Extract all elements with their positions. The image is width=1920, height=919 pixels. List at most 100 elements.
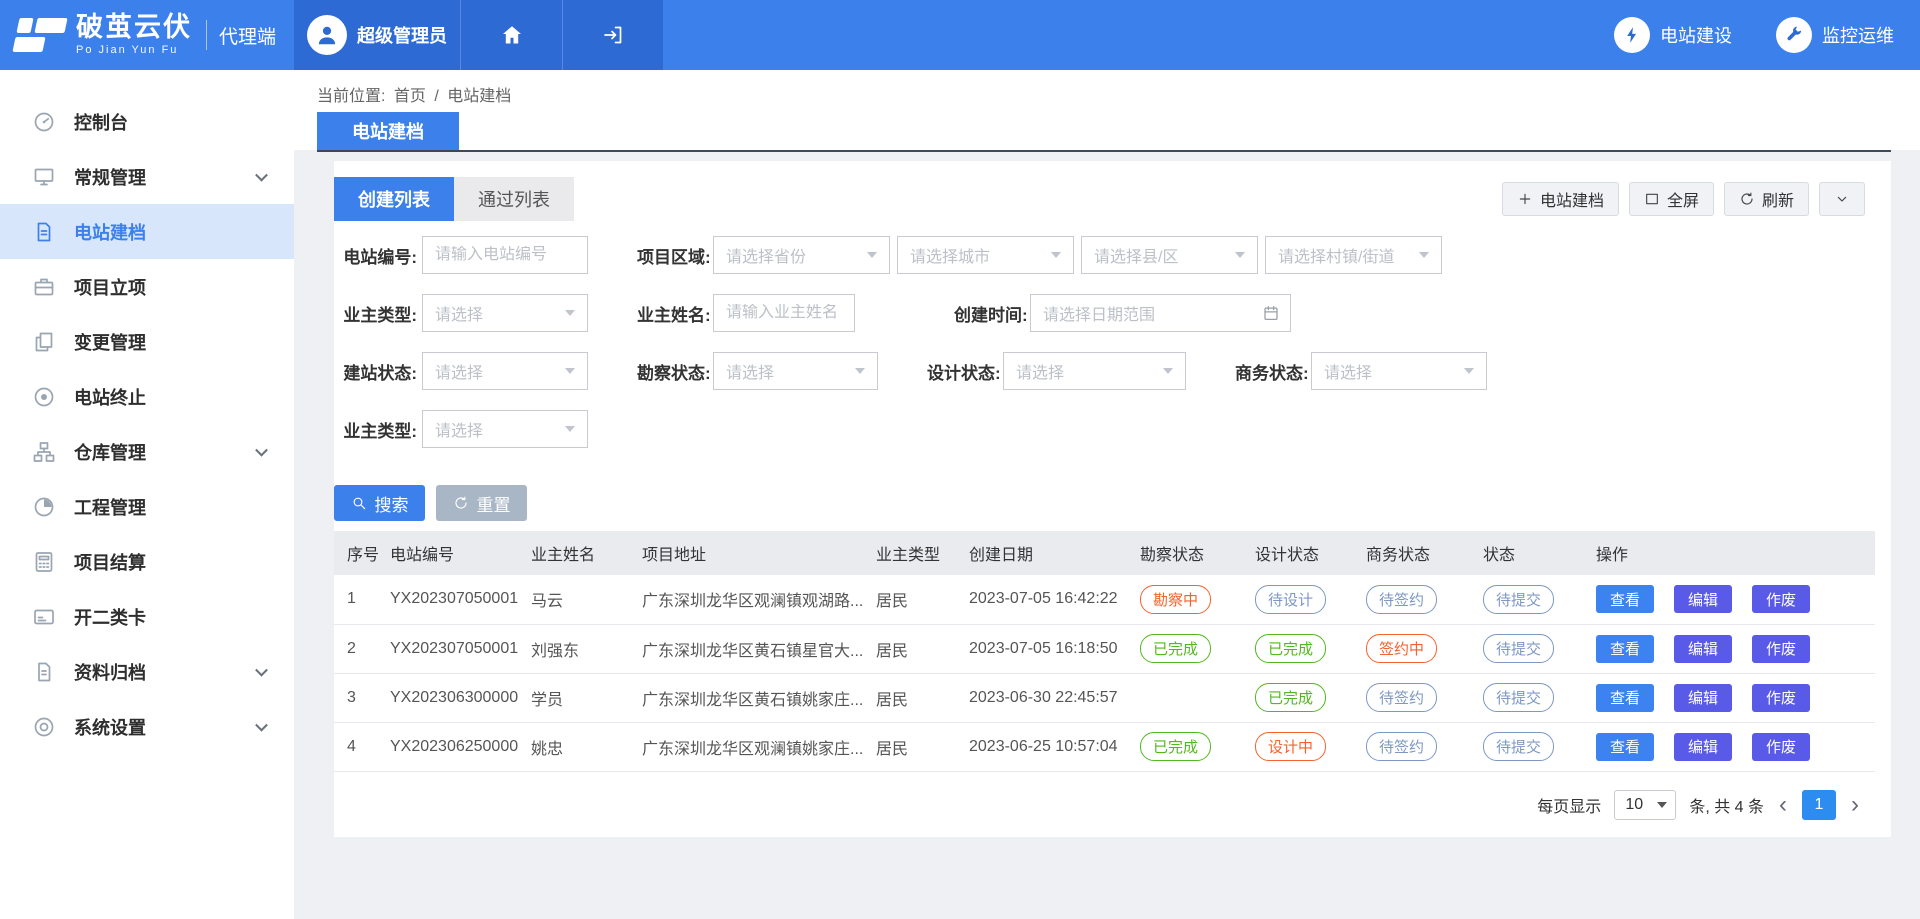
tab-create-list[interactable]: 创建列表 — [334, 177, 454, 221]
status-badge: 已完成 — [1140, 732, 1211, 761]
filter-group: 商务状态:请选择 — [1235, 352, 1487, 390]
user-menu[interactable]: 超级管理员 — [294, 0, 460, 70]
page-tab[interactable]: 电站建档 — [317, 112, 459, 150]
edit-button[interactable]: 编辑 — [1674, 733, 1732, 761]
sidebar-item-7[interactable]: 工程管理 — [0, 479, 294, 534]
home-icon — [500, 23, 524, 47]
sidebar-item-label: 系统设置 — [74, 714, 146, 740]
select-dropdown[interactable]: 请选择 — [422, 352, 588, 390]
sidebar-item-9[interactable]: 开二类卡 — [0, 589, 294, 644]
new-station-button[interactable]: 电站建档 — [1502, 182, 1619, 216]
input-field[interactable] — [726, 304, 842, 322]
dashboard-icon — [32, 110, 56, 134]
date-range-input[interactable]: 请选择日期范围 — [1030, 294, 1291, 332]
sidebar-item-3[interactable]: 项目立项 — [0, 259, 294, 314]
user-name: 超级管理员 — [357, 22, 447, 48]
status-badge: 待提交 — [1483, 732, 1554, 761]
view-button[interactable]: 查看 — [1596, 635, 1654, 663]
sidebar-item-6[interactable]: 仓库管理 — [0, 424, 294, 479]
logout-button[interactable] — [562, 0, 663, 70]
select-dropdown[interactable]: 请选择村镇/街道 — [1265, 236, 1442, 274]
select-dropdown[interactable]: 请选择 — [1311, 352, 1487, 390]
prev-page-icon[interactable]: ‹ — [1777, 793, 1789, 817]
void-button[interactable]: 作废 — [1752, 635, 1810, 663]
placeholder-text: 请选择省份 — [726, 243, 806, 267]
cell-actions: 查看编辑作废 — [1583, 575, 1875, 624]
home-button[interactable] — [460, 0, 562, 70]
view-button[interactable]: 查看 — [1596, 684, 1654, 712]
status-badge: 待提交 — [1483, 585, 1554, 614]
sidebar-item-10[interactable]: 资料归档 — [0, 644, 294, 699]
cell-address: 广东深圳龙华区黄石镇星官大... — [629, 624, 863, 673]
view-button[interactable]: 查看 — [1596, 733, 1654, 761]
filter-label: 业主姓名: — [637, 301, 711, 326]
nav-item-station-construction[interactable]: 电站建设 — [1614, 17, 1732, 53]
caret-down-icon — [1051, 252, 1061, 258]
cell-survey-status — [1127, 673, 1242, 722]
cell-station-no: YX2023062500004 — [377, 722, 518, 771]
select-dropdown[interactable]: 请选择省份 — [713, 236, 890, 274]
breadcrumb-home[interactable]: 首页 — [394, 88, 426, 105]
refresh-button[interactable]: 刷新 — [1724, 182, 1809, 216]
divider — [206, 20, 207, 50]
collapse-button[interactable] — [1819, 182, 1865, 216]
select-dropdown[interactable]: 请选择 — [422, 294, 588, 332]
settings-icon — [32, 715, 56, 739]
caret-down-icon — [1163, 368, 1173, 374]
page-number[interactable]: 1 — [1802, 790, 1836, 820]
status-badge: 已完成 — [1255, 634, 1326, 663]
cell-seq: 3 — [334, 673, 377, 722]
void-button[interactable]: 作废 — [1752, 733, 1810, 761]
filter-label: 项目区域: — [637, 243, 711, 268]
filter-group: 业主类型:请选择 — [334, 410, 588, 448]
select-dropdown[interactable]: 请选择 — [1003, 352, 1186, 390]
select-dropdown[interactable]: 请选择县/区 — [1081, 236, 1258, 274]
fullscreen-button[interactable]: 全屏 — [1629, 182, 1714, 216]
sidebar-item-2[interactable]: 电站建档 — [0, 204, 294, 259]
select-dropdown[interactable]: 请选择 — [713, 352, 878, 390]
caret-down-icon — [565, 368, 575, 374]
select-dropdown[interactable]: 请选择 — [422, 410, 588, 448]
logout-icon — [601, 23, 625, 47]
cell-status: 待提交 — [1470, 624, 1583, 673]
filter-label: 业主类型: — [334, 301, 420, 326]
column-header: 勘察状态 — [1127, 531, 1242, 575]
text-input[interactable] — [422, 236, 588, 274]
void-button[interactable]: 作废 — [1752, 684, 1810, 712]
app-logo[interactable]: 破茧云伏 Po Jian Yun Fu 代理端 — [0, 0, 294, 70]
cell-created-date: 2023-07-05 16:42:22 — [956, 575, 1127, 624]
card-toolbar: 电站建档全屏刷新 — [1502, 182, 1865, 216]
cell-design-status: 已完成 — [1242, 624, 1353, 673]
sidebar-item-8[interactable]: 项目结算 — [0, 534, 294, 589]
void-button[interactable]: 作废 — [1752, 585, 1810, 613]
search-button[interactable]: 搜索 — [334, 485, 425, 521]
sidebar-item-11[interactable]: 系统设置 — [0, 699, 294, 754]
select-dropdown[interactable]: 请选择城市 — [897, 236, 1074, 274]
next-page-icon[interactable]: › — [1849, 793, 1861, 817]
per-page-select[interactable]: 10 — [1614, 790, 1676, 820]
station-table: 序号电站编号业主姓名项目地址业主类型创建日期勘察状态设计状态商务状态状态操作 1… — [334, 531, 1875, 772]
caret-down-icon — [565, 310, 575, 316]
edit-button[interactable]: 编辑 — [1674, 635, 1732, 663]
input-field[interactable] — [435, 246, 575, 264]
caret-down-icon — [1235, 252, 1245, 258]
tab-passed-list[interactable]: 通过列表 — [454, 177, 574, 221]
tab-underline — [317, 150, 1891, 152]
document-icon — [32, 220, 56, 244]
sidebar-item-5[interactable]: 电站终止 — [0, 369, 294, 424]
header-user-band: 超级管理员 — [294, 0, 663, 70]
sidebar-item-4[interactable]: 变更管理 — [0, 314, 294, 369]
nav-item-monitoring-ops[interactable]: 监控运维 — [1776, 17, 1894, 53]
edit-button[interactable]: 编辑 — [1674, 585, 1732, 613]
reset-button[interactable]: 重置 — [436, 485, 527, 521]
edit-button[interactable]: 编辑 — [1674, 684, 1732, 712]
view-button[interactable]: 查看 — [1596, 585, 1654, 613]
sidebar-item-1[interactable]: 常规管理 — [0, 149, 294, 204]
text-input[interactable] — [713, 294, 855, 332]
sidebar-item-label: 资料归档 — [74, 659, 146, 685]
cell-design-status: 待设计 — [1242, 575, 1353, 624]
sidebar-item-0[interactable]: 控制台 — [0, 94, 294, 149]
cell-seq: 1 — [334, 575, 377, 624]
sidebar-item-label: 常规管理 — [74, 164, 146, 190]
cell-address: 广东深圳龙华区观澜镇观湖路... — [629, 575, 863, 624]
